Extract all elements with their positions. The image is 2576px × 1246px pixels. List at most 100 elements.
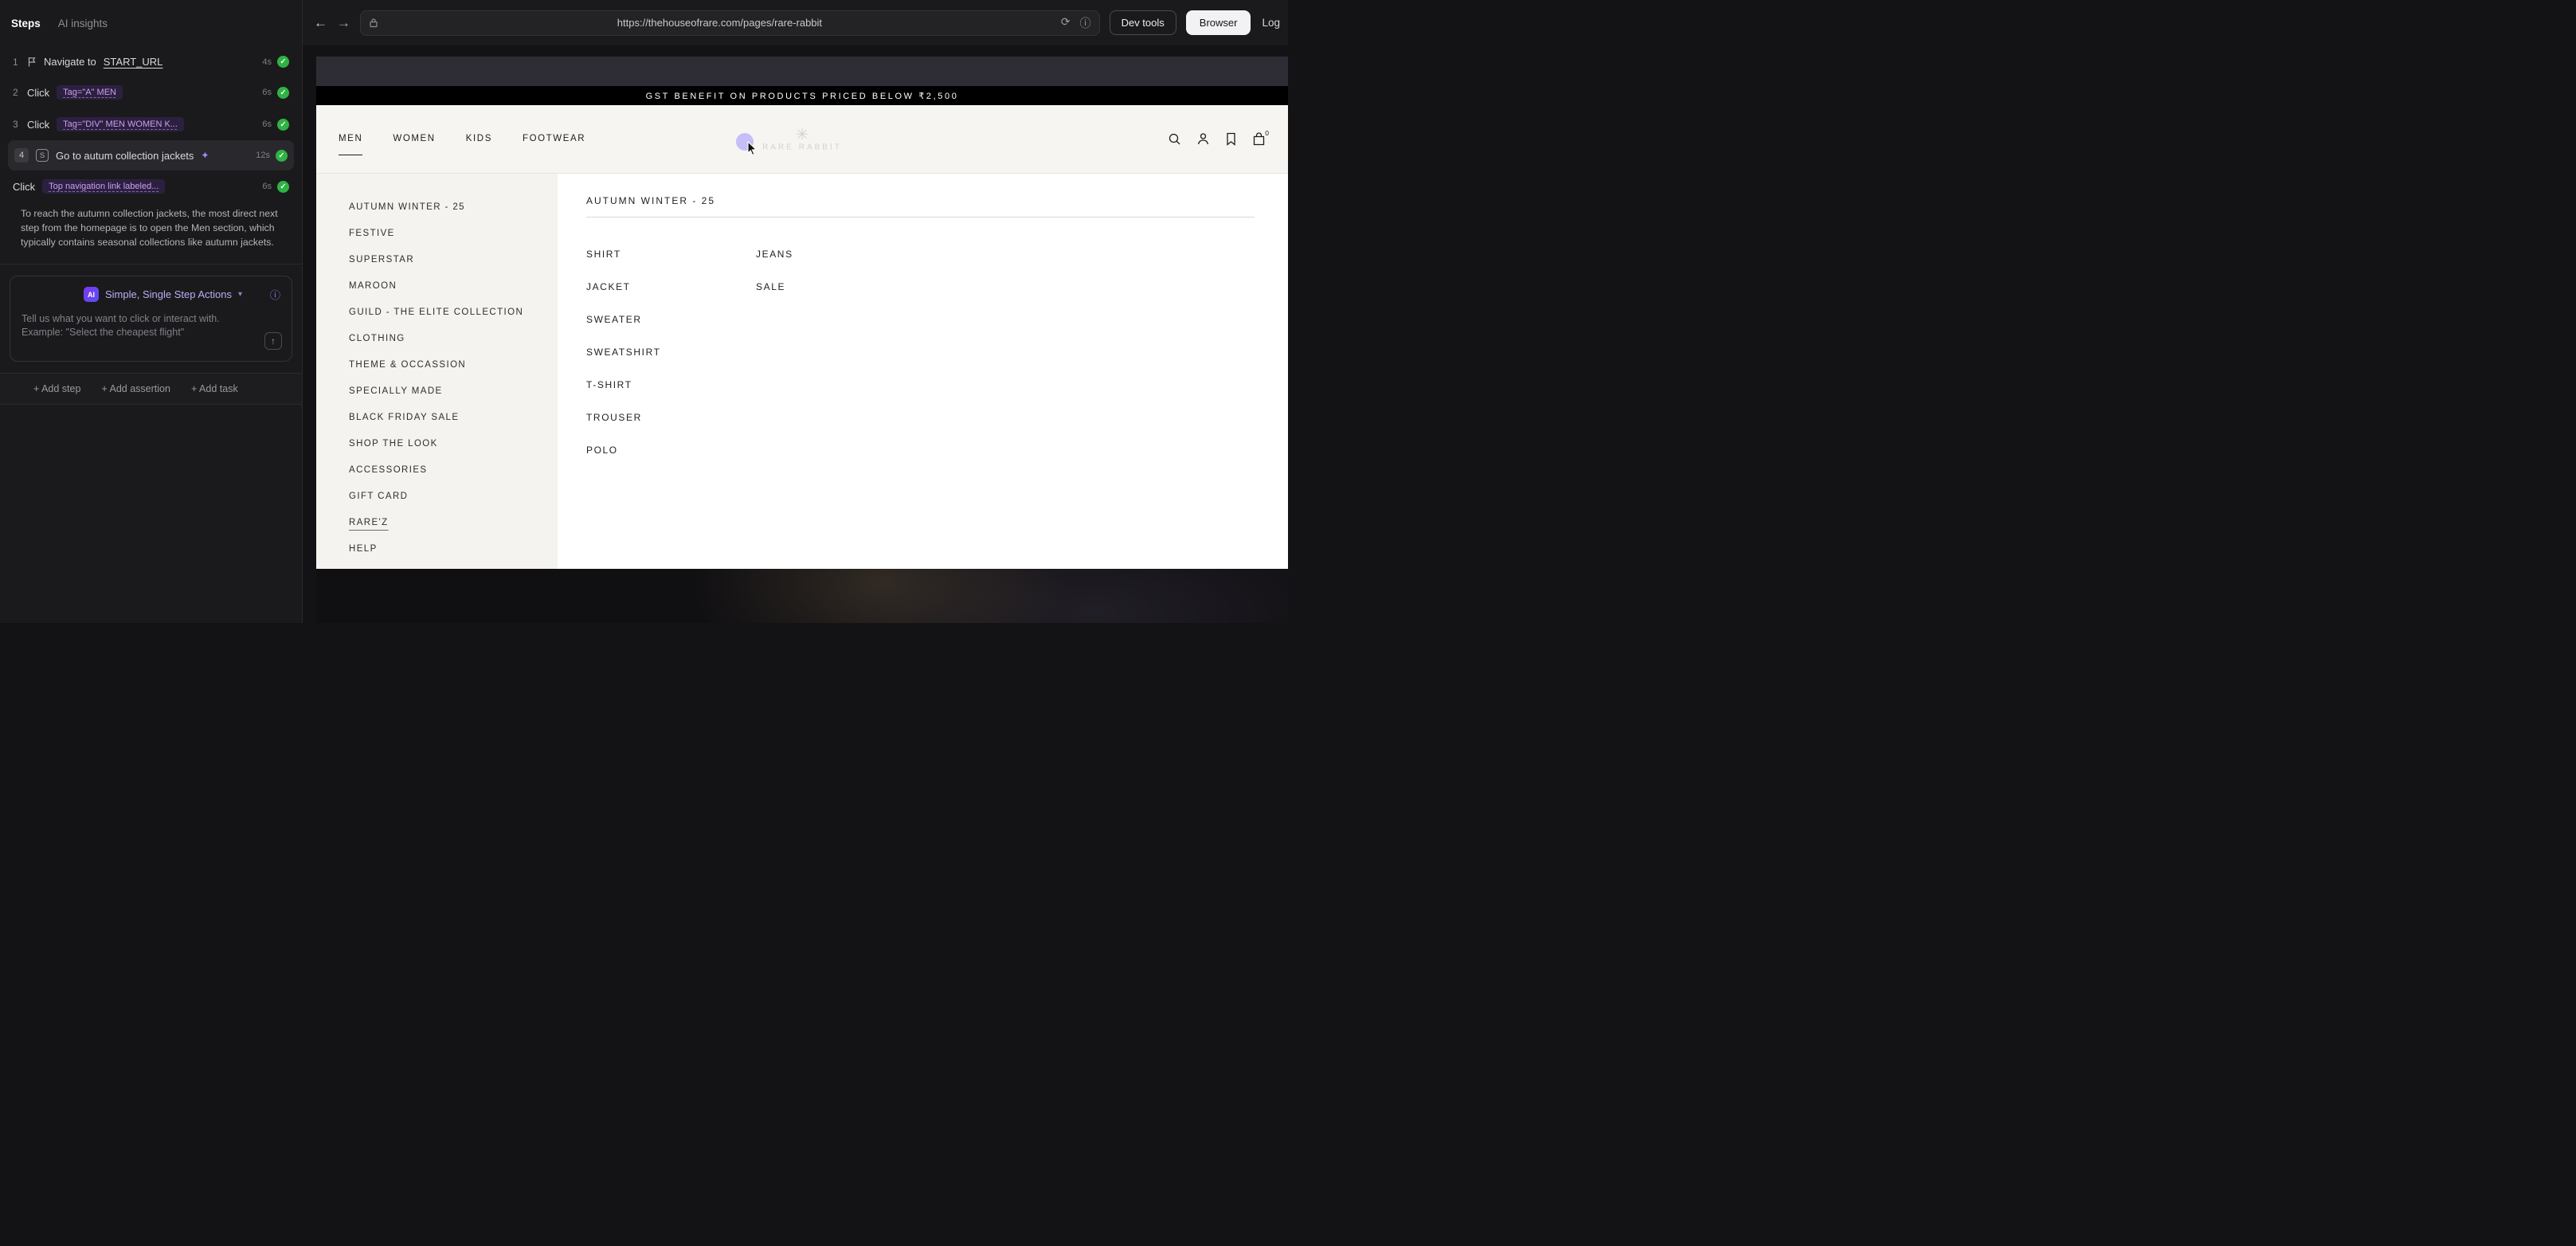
menu-item-shop-the-look[interactable]: SHOP THE LOOK [349,430,558,456]
steps-list: 1 Navigate to START_URL 4s ✓ 2 Click Tag… [0,42,302,264]
menu-item-guild[interactable]: GUILD - THE ELITE COLLECTION [349,299,558,325]
forward-button[interactable]: → [337,15,350,31]
success-check-icon: ✓ [277,87,289,99]
menu-item-clothing[interactable]: CLOTHING [349,325,558,351]
cart-count-badge: 0 [1264,129,1270,137]
sidebar-tabs: Steps AI insights [0,0,302,42]
submenu-title: AUTUMN WINTER - 25 [586,195,1255,206]
menu-item-rarez[interactable]: RARE'Z [349,509,558,535]
step-explanation: To reach the autumn collection jackets, … [21,207,281,249]
step-row-2[interactable]: 2 Click Tag="A" MEN 6s ✓ [8,76,294,108]
submenu-item-jeans[interactable]: JEANS [756,237,926,270]
step-number-badge: 4 [14,148,29,163]
step-duration: 6s [262,88,272,97]
step-row-1[interactable]: 1 Navigate to START_URL 4s ✓ [8,47,294,76]
hero-image-top [316,57,1288,86]
step-number: 1 [13,57,20,68]
step-row-4-selected[interactable]: 4 S Go to autum collection jackets ✦ 12s… [8,140,294,170]
cart-icon[interactable]: 0 [1252,132,1266,147]
nav-item-women[interactable]: WOMEN [393,134,435,155]
logo-mark-icon: ✳ [762,127,842,143]
tab-ai-insights[interactable]: AI insights [58,18,108,29]
step-text: Navigate to [44,56,96,68]
step-action: Click [27,119,49,131]
selector-badge[interactable]: Top navigation link labeled... [42,179,165,194]
info-icon[interactable]: ⓘ [270,287,280,302]
submenu-item-shirt[interactable]: SHIRT [586,237,756,270]
add-assertion-button[interactable]: + Add assertion [101,383,170,394]
nav-item-footwear[interactable]: FOOTWEAR [523,134,585,155]
submenu-item-tshirt[interactable]: T-SHIRT [586,368,756,401]
dev-tools-button[interactable]: Dev tools [1110,10,1176,35]
ai-badge-icon: AI [84,287,99,302]
nav-item-kids[interactable]: KIDS [466,134,492,155]
ai-prompt-input[interactable] [22,312,253,347]
steps-sidebar: Steps AI insights 1 Navigate to START_UR… [0,0,303,623]
success-check-icon: ✓ [276,150,288,162]
step-duration: 4s [262,57,272,67]
logo-text: RARE RABBIT [762,143,842,151]
step-action: Click [13,181,35,193]
mega-menu-submenu: AUTUMN WINTER - 25 SHIRT JACKET SWEATER … [558,174,1288,569]
mega-menu: AUTUMN WINTER - 25 FESTIVE SUPERSTAR MAR… [316,173,1288,569]
menu-item-accessories[interactable]: ACCESSORIES [349,456,558,483]
menu-item-help[interactable]: HELP [349,535,558,562]
account-icon[interactable] [1196,132,1210,146]
step-number: 3 [13,119,20,130]
search-icon[interactable] [1168,132,1181,146]
webpage: GST BENEFIT ON PRODUCTS PRICED BELOW ₹2,… [316,57,1288,623]
site-nav-menu: MEN WOMEN KIDS FOOTWEAR [339,134,585,144]
add-task-button[interactable]: + Add task [191,383,238,394]
nav-item-men[interactable]: MEN [339,134,362,155]
hero-image-bottom [316,569,1288,623]
step-duration: 6s [262,120,272,129]
submenu-item-sweatshirt[interactable]: SWEATSHIRT [586,335,756,368]
menu-item-festive[interactable]: FESTIVE [349,220,558,246]
app-root: Steps AI insights 1 Navigate to START_UR… [0,0,1288,623]
tab-steps[interactable]: Steps [11,18,41,29]
chevron-down-icon[interactable]: ▾ [238,290,242,299]
submenu-item-sale[interactable]: SALE [756,270,926,303]
refresh-icon[interactable]: ⟳ [1061,15,1071,31]
step-text: Go to autum collection jackets [56,150,194,162]
site-logo: ✳ RARE RABBIT [762,127,842,151]
ai-action-panel: AI Simple, Single Step Actions ▾ ⓘ ↑ [10,276,292,362]
add-step-button[interactable]: + Add step [33,383,80,394]
wishlist-bookmark-icon[interactable] [1225,132,1237,146]
menu-item-theme-occassion[interactable]: THEME & OCCASSION [349,351,558,378]
log-view-button[interactable]: Log [1260,17,1280,29]
step-row-5[interactable]: Click Top navigation link labeled... 6s … [8,170,294,202]
menu-item-maroon[interactable]: MAROON [349,272,558,299]
step-action: Click [27,87,49,99]
start-url-link[interactable]: START_URL [104,56,163,68]
page-info-icon[interactable]: ⓘ [1080,15,1091,31]
success-check-icon: ✓ [277,56,289,68]
submenu-item-trouser[interactable]: TROUSER [586,401,756,433]
menu-item-specially-made[interactable]: SPECIALLY MADE [349,378,558,404]
browser-viewport: GST BENEFIT ON PRODUCTS PRICED BELOW ₹2,… [303,45,1288,623]
submenu-column-1: SHIRT JACKET SWEATER SWEATSHIRT T-SHIRT … [586,237,756,466]
selector-badge[interactable]: Tag="A" MEN [57,85,123,100]
back-button[interactable]: ← [314,15,327,31]
menu-item-autumn-winter[interactable]: AUTUMN WINTER - 25 [349,194,558,220]
site-header: MEN WOMEN KIDS FOOTWEAR ✳ RARE RABBIT [316,105,1288,173]
sidebar-footer: + Add step + Add assertion + Add task [0,373,302,405]
submenu-item-polo[interactable]: POLO [586,433,756,466]
menu-item-superstar[interactable]: SUPERSTAR [349,246,558,272]
menu-item-gift-card[interactable]: GIFT CARD [349,483,558,509]
submit-prompt-button[interactable]: ↑ [264,332,282,350]
step-duration: 12s [256,151,270,160]
browser-view-button[interactable]: Browser [1186,10,1251,35]
ai-mode-selector[interactable]: Simple, Single Step Actions [105,288,232,300]
submenu-item-sweater[interactable]: SWEATER [586,303,756,335]
submenu-item-jacket[interactable]: JACKET [586,270,756,303]
browser-toolbar: ← → https://thehouseofrare.com/pages/rar… [303,0,1288,45]
url-text[interactable]: https://thehouseofrare.com/pages/rare-ra… [378,17,1061,29]
header-icons: 0 [1168,132,1266,147]
step-row-3[interactable]: 3 Click Tag="DIV" MEN WOMEN K... 6s ✓ [8,108,294,140]
browser-pane: ← → https://thehouseofrare.com/pages/rar… [303,0,1288,623]
selector-badge[interactable]: Tag="DIV" MEN WOMEN K... [57,117,184,131]
url-bar[interactable]: https://thehouseofrare.com/pages/rare-ra… [360,10,1100,36]
mega-menu-categories: AUTUMN WINTER - 25 FESTIVE SUPERSTAR MAR… [316,174,558,569]
menu-item-black-friday-sale[interactable]: BLACK FRIDAY SALE [349,404,558,430]
